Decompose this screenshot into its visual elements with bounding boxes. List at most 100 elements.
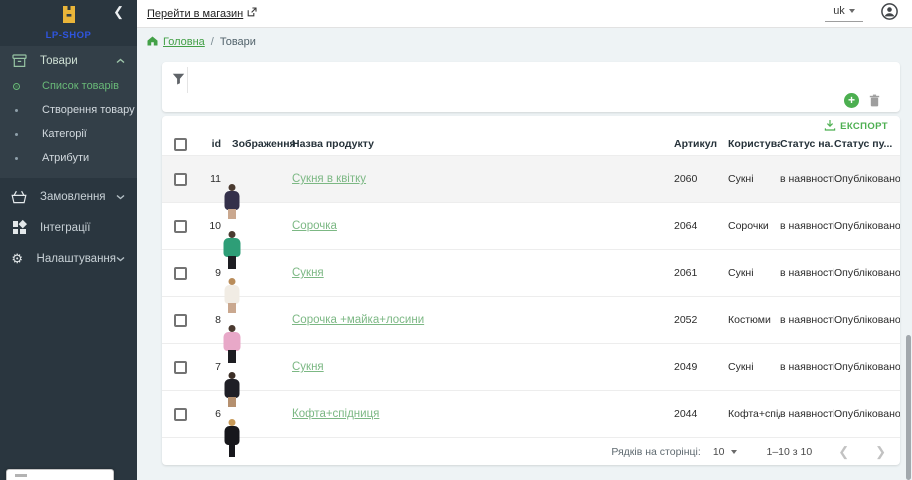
table-row[interactable]: 6 Кофта+спідниця 2044 Кофта+спідниц в на… — [162, 390, 900, 437]
locale-value: uk — [833, 5, 845, 17]
column-header-published[interactable]: Статус пу... — [834, 138, 900, 150]
sidebar-collapse-icon[interactable]: ❮ — [113, 4, 124, 20]
breadcrumb-home-label: Головна — [163, 36, 205, 48]
cell-availability: в наявності — [780, 220, 834, 232]
sidebar-item-categories[interactable]: Категорії — [0, 122, 137, 146]
table-row[interactable]: 10 Сорочка 2064 Сорочки в наявності Опуб… — [162, 202, 900, 249]
cell-user: Костюми — [728, 314, 780, 326]
add-product-button[interactable]: + — [844, 93, 859, 108]
export-button[interactable]: ЕКСПОРТ — [824, 119, 888, 134]
sidebar-item-label: Налаштування — [37, 253, 116, 265]
cell-sku: 2064 — [674, 220, 728, 232]
cell-availability: в наявності — [780, 267, 834, 279]
column-header-name[interactable]: Назва продукту — [292, 138, 674, 150]
product-name-link[interactable]: Сорочка +майка+лосини — [292, 314, 424, 326]
cell-user: Сукні — [728, 173, 780, 185]
cell-sku: 2060 — [674, 173, 728, 185]
column-header-id[interactable]: id — [198, 138, 232, 150]
cell-id: 10 — [198, 220, 232, 232]
archive-icon — [11, 54, 27, 68]
cell-user: Сорочки — [728, 220, 780, 232]
sidebar-item-orders[interactable]: Замовлення — [0, 184, 137, 209]
select-underline — [825, 21, 863, 22]
download-icon — [824, 119, 836, 134]
product-name-link[interactable]: Сукня — [292, 361, 324, 373]
filter-icon[interactable] — [172, 72, 185, 90]
shop-bag-logo-icon — [58, 11, 80, 28]
pagination-range: 1–10 з 10 — [767, 446, 813, 458]
table-row[interactable]: 9 Сукня 2061 Сукні в наявності Опубліков… — [162, 249, 900, 296]
cell-id: 11 — [198, 173, 232, 185]
cell-sku: 2049 — [674, 361, 728, 373]
column-header-sku[interactable]: Артикул — [674, 138, 728, 150]
cell-id: 8 — [198, 314, 232, 326]
sidebar-item-product-list[interactable]: Список товарів — [0, 74, 137, 98]
cell-id: 7 — [198, 361, 232, 373]
chevron-down-icon — [116, 194, 125, 200]
column-header-user[interactable]: Користува... — [728, 138, 780, 150]
breadcrumb-current: Товари — [220, 36, 256, 48]
delete-icon[interactable] — [869, 94, 880, 107]
locale-select[interactable]: uk — [825, 5, 863, 22]
external-link-icon — [247, 7, 257, 20]
sidebar-item-attributes[interactable]: Атрибути — [0, 146, 137, 170]
chevron-down-icon — [116, 256, 125, 262]
cell-user: Сукні — [728, 361, 780, 373]
table-actions-row: ЕКСПОРТ — [162, 116, 900, 133]
app-root: LP-SHOP ❮ Товари Список товарів Створенн… — [0, 0, 912, 480]
basket-icon — [11, 190, 27, 204]
export-label: ЕКСПОРТ — [840, 121, 888, 132]
row-checkbox[interactable] — [174, 314, 187, 327]
table-header-row: id Зображення Назва продукту Артикул Кор… — [162, 133, 900, 155]
product-name-link[interactable]: Сукня — [292, 267, 324, 279]
sidebar-item-label: Товари — [40, 55, 78, 67]
cell-user: Кофта+спідниц — [728, 408, 780, 420]
row-checkbox[interactable] — [174, 220, 187, 233]
breadcrumb-separator: / — [211, 36, 214, 48]
cell-availability: в наявності — [780, 173, 834, 185]
rows-per-page-value: 10 — [713, 446, 725, 458]
store-link-label: Перейти в магазин — [147, 8, 243, 20]
sidebar-item-products[interactable]: Товари — [0, 48, 137, 74]
column-header-availability[interactable]: Статус на... — [780, 138, 834, 150]
cell-id: 6 — [198, 408, 232, 420]
previous-page-button[interactable]: ❮ — [838, 444, 849, 460]
gear-icon: ⚙ — [11, 252, 24, 265]
filter-bar: + — [162, 62, 900, 112]
next-page-button[interactable]: ❯ — [875, 444, 886, 460]
select-all-checkbox[interactable] — [174, 138, 187, 151]
row-checkbox[interactable] — [174, 408, 187, 421]
cell-sku: 2052 — [674, 314, 728, 326]
go-to-store-link[interactable]: Перейти в магазин — [147, 7, 257, 20]
logo-text: LP-SHOP — [0, 30, 137, 41]
product-name-link[interactable]: Сорочка — [292, 220, 337, 232]
row-checkbox[interactable] — [174, 361, 187, 374]
column-header-image: Зображення — [232, 138, 292, 150]
sidebar-item-integrations[interactable]: Інтеграції — [0, 215, 137, 240]
cell-published: Опубліковано — [834, 314, 900, 326]
filter-divider — [187, 67, 188, 93]
sidebar-item-create-product[interactable]: Створення товару — [0, 98, 137, 122]
cell-sku: 2061 — [674, 267, 728, 279]
vertical-scrollbar[interactable] — [906, 335, 911, 480]
table-row[interactable]: 8 Сорочка +майка+лосини 2052 Костюми в н… — [162, 296, 900, 343]
table-row[interactable]: 7 Сукня 2049 Сукні в наявності Опубліков… — [162, 343, 900, 390]
cell-published: Опубліковано — [834, 361, 900, 373]
bullet-dot-icon — [13, 109, 20, 112]
sidebar-item-label: Інтеграції — [40, 222, 90, 234]
chevron-up-icon — [116, 58, 125, 64]
breadcrumb-home-link[interactable]: Головна — [147, 36, 205, 49]
cell-published: Опубліковано — [834, 220, 900, 232]
account-icon[interactable] — [881, 3, 898, 25]
sidebar-item-settings[interactable]: ⚙ Налаштування — [0, 246, 137, 271]
cell-id: 9 — [198, 267, 232, 279]
row-checkbox[interactable] — [174, 173, 187, 186]
row-checkbox[interactable] — [174, 267, 187, 280]
table-row[interactable]: 11 Сукня в квітку 2060 Сукні в наявності… — [162, 155, 900, 202]
rows-per-page-select[interactable]: 10 — [713, 446, 737, 458]
cell-published: Опубліковано — [834, 408, 900, 420]
status-tooltip — [6, 469, 114, 480]
product-name-link[interactable]: Сукня в квітку — [292, 173, 366, 185]
cell-availability: в наявності — [780, 408, 834, 420]
product-name-link[interactable]: Кофта+спідниця — [292, 408, 379, 420]
